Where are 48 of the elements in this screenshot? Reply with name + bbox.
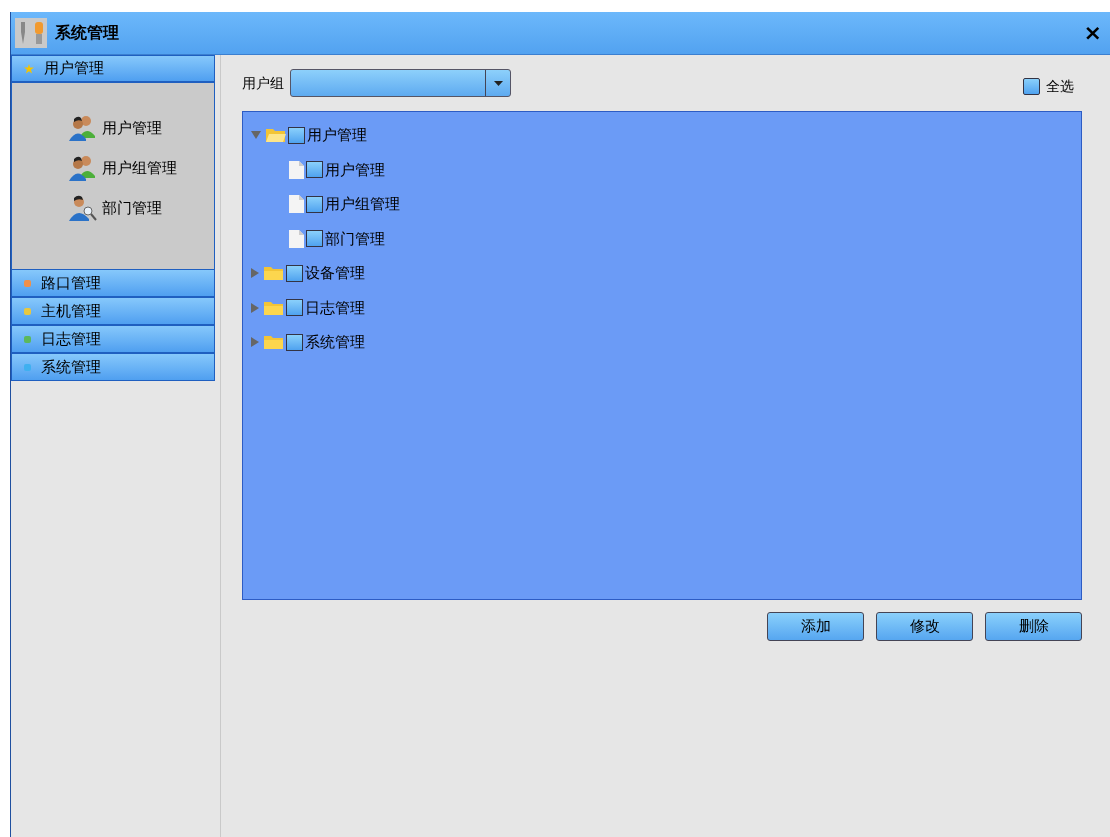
close-button[interactable]: × — [1079, 22, 1106, 44]
menu-item[interactable]: 用户组管理 — [68, 153, 214, 183]
tree-node-label[interactable]: 日志管理 — [305, 296, 365, 319]
section-label: 主机管理 — [41, 300, 101, 322]
section-label: 用户管理 — [44, 58, 104, 80]
person-search-icon — [68, 194, 98, 222]
file-icon — [289, 195, 304, 214]
users-icon — [68, 154, 98, 182]
tree-node-label[interactable]: 用户管理 — [307, 124, 367, 147]
tree-node-label[interactable]: 设备管理 — [305, 262, 365, 285]
tree-node-label[interactable]: 用户管理 — [325, 158, 385, 181]
action-button[interactable]: 修改 — [876, 612, 973, 641]
checkbox[interactable] — [288, 126, 305, 144]
folder-icon — [264, 335, 284, 350]
folder-icon — [264, 266, 284, 281]
checkbox[interactable] — [306, 230, 323, 248]
action-button[interactable]: 添加 — [767, 612, 864, 641]
folder-icon — [264, 300, 284, 315]
accordion-header[interactable]: 系统管理 — [11, 353, 215, 381]
section-label: 系统管理 — [41, 356, 101, 378]
checkbox[interactable] — [286, 299, 303, 317]
user-group-dropdown[interactable] — [290, 69, 511, 97]
accordion-header[interactable]: 主机管理 — [11, 297, 215, 325]
menu-item[interactable]: 用户管理 — [68, 113, 214, 143]
file-icon — [289, 160, 304, 179]
section-label: 路口管理 — [41, 272, 101, 294]
tools-icon — [15, 18, 47, 48]
action-button[interactable]: 删除 — [985, 612, 1082, 641]
users-icon — [68, 114, 98, 142]
folder-icon — [266, 128, 286, 143]
accordion-header[interactable]: 日志管理 — [11, 325, 215, 353]
checkbox[interactable] — [306, 161, 323, 179]
accordion-header[interactable]: 路口管理 — [11, 269, 215, 297]
tree-node-label[interactable]: 系统管理 — [305, 331, 365, 354]
tree-node-label[interactable]: 用户组管理 — [325, 193, 400, 216]
checkbox[interactable] — [286, 264, 303, 282]
section-label: 日志管理 — [41, 328, 101, 350]
window-title: 系统管理 — [55, 22, 119, 44]
menu-item[interactable]: 部门管理 — [68, 193, 214, 223]
user-group-label: 用户组 — [242, 73, 284, 93]
select-all-label: 全选 — [1046, 76, 1074, 96]
checkbox[interactable] — [1023, 77, 1040, 95]
checkbox[interactable] — [286, 333, 303, 351]
file-icon — [289, 229, 304, 248]
caret-icon — [493, 80, 503, 86]
tree-node-label[interactable]: 部门管理 — [325, 227, 385, 250]
accordion-header[interactable]: 用户管理 — [11, 55, 215, 83]
checkbox[interactable] — [306, 195, 323, 213]
